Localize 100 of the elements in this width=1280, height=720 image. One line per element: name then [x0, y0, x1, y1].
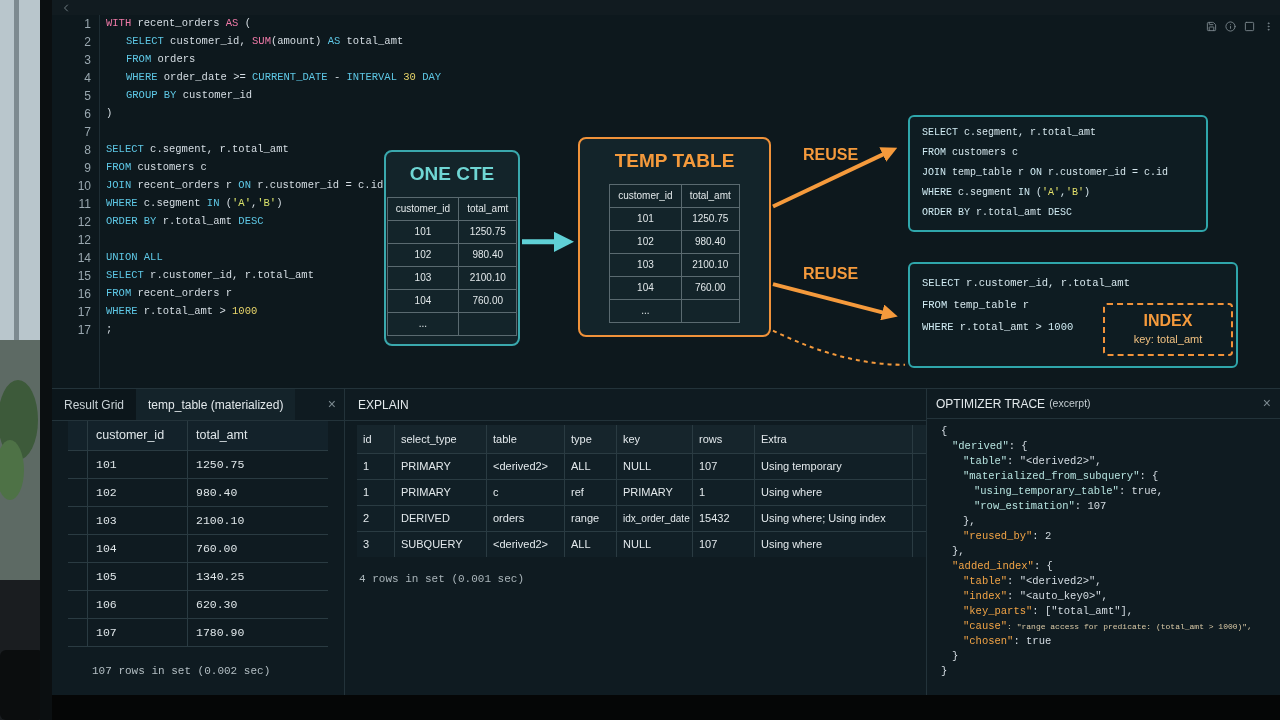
code-line: "row_estimation": 107	[973, 499, 1108, 514]
code-line: SELECT c.segment, r.total_amt	[106, 142, 289, 158]
panel-title: EXPLAIN	[358, 396, 409, 414]
line-number: 17	[52, 303, 100, 321]
table-cell: ALL	[565, 532, 617, 557]
table-cell: 2100.10	[458, 266, 517, 289]
close-button[interactable]: ×	[327, 394, 336, 415]
table-cell-text: 1250.75	[195, 456, 246, 473]
line-number: 16	[52, 285, 100, 303]
code-line: ;	[106, 322, 113, 338]
code-line: "added_index": {	[951, 559, 1054, 574]
line-number: 8	[52, 141, 100, 159]
code-line: SELECT customer_id, SUM(amount) AS total_amt	[125, 34, 404, 50]
line-number: 4	[52, 69, 100, 87]
code-line: {	[941, 424, 949, 439]
table-cell: 102	[88, 479, 188, 506]
table-cell: 104	[609, 276, 682, 299]
status-text: 4 rows in set (0.001 sec)	[359, 572, 526, 587]
table-header-cell: total_amt	[458, 197, 517, 220]
line-number: 1	[52, 15, 100, 33]
index-key: key: total_amt	[1133, 331, 1203, 348]
line-number: 5	[52, 87, 100, 105]
table-cell-text: 2100.10	[195, 512, 246, 529]
code-line: "materialized_from_subquery": {	[962, 469, 1160, 484]
line-number: 17	[52, 321, 100, 339]
table-header-cell: customer_id	[387, 197, 459, 220]
code-line: JOIN recent_orders r ON r.customer_id = c.id	[106, 178, 384, 194]
line-number: 14	[52, 249, 100, 267]
table-cell-text: 620.30	[195, 596, 239, 613]
panel-title: OPTIMIZER TRACE	[936, 395, 1046, 413]
code-line: "index": "<auto_key0>",	[962, 589, 1109, 604]
table-cell: NULL	[617, 532, 693, 557]
box-title: TEMP TABLE	[614, 149, 735, 173]
table-cell: 105	[88, 563, 188, 590]
column-header: customer_id	[88, 421, 188, 450]
table-header-cell: total_amt	[681, 184, 740, 207]
code-line: FROM customers c	[922, 146, 1020, 160]
code-line: FROM customers c	[106, 160, 207, 176]
code-line: "derived": {	[951, 439, 1029, 454]
table-cell: 1250.75	[458, 220, 517, 243]
code-line: WHERE c.segment IN ('A','B')	[106, 196, 283, 212]
save-icon[interactable]	[1206, 21, 1217, 32]
index-title: INDEX	[1143, 311, 1193, 332]
code-line: WITH recent_orders AS (	[106, 16, 251, 32]
line-number: 6	[52, 105, 100, 123]
code-line: GROUP BY customer_id	[125, 88, 253, 104]
tab[interactable]: Result Grid	[52, 389, 137, 420]
table-cell: 101	[88, 451, 188, 478]
square-icon[interactable]	[1244, 21, 1255, 32]
table-cell-text: 980.40	[195, 484, 239, 501]
table-cell-text: 1340.25	[195, 568, 246, 585]
code-line: "cause": "range access for predicate: (total_amt > 1000)",	[962, 619, 1253, 634]
line-number: 7	[52, 123, 100, 141]
code-line: },	[962, 514, 977, 529]
code-line: WHERE c.segment IN ('A','B')	[922, 186, 1092, 200]
line-number: 15	[52, 267, 100, 285]
table-cell: Using where	[755, 532, 913, 557]
table-cell: 101	[387, 220, 459, 243]
code-line: WHERE r.total_amt > 1000	[106, 304, 258, 320]
table-cell: 102	[387, 243, 459, 266]
panel-subtitle: (excerpt)	[1049, 395, 1091, 411]
info-icon[interactable]	[1225, 21, 1236, 32]
table-cell: 104	[88, 535, 188, 562]
table-cell: 2100.10	[681, 253, 740, 276]
line-number: 12	[52, 231, 100, 249]
code-line: JOIN temp_table r ON r.customer_id = c.id	[922, 166, 1170, 180]
table-cell: 1250.75	[681, 207, 740, 230]
code-line: FROM recent_orders r	[106, 286, 233, 302]
code-line: SELECT r.customer_id, r.total_amt	[922, 276, 1131, 291]
table-cell: 106	[88, 591, 188, 618]
box-title: ONE CTE	[409, 162, 495, 186]
line-number: 11	[52, 195, 100, 213]
table-cell: 103	[609, 253, 682, 276]
table-cell: 103	[88, 507, 188, 534]
table-cell: 107	[693, 532, 755, 557]
code-line: SELECT c.segment, r.total_amt	[922, 126, 1098, 140]
table-cell: 760.00	[681, 276, 740, 299]
line-number: 3	[52, 51, 100, 69]
table-cell: 103	[387, 266, 459, 289]
line-number: 10	[52, 177, 100, 195]
table-cell-text: 1780.90	[195, 624, 246, 641]
table-cell: SUBQUERY	[395, 532, 487, 557]
code-line: ORDER BY r.total_amt DESC	[922, 206, 1074, 220]
table-cell	[681, 299, 740, 322]
table-cell-text: 760.00	[195, 540, 239, 557]
table-cell: 102	[609, 230, 682, 253]
code-line: UNION ALL	[106, 250, 163, 266]
code-line: ORDER BY r.total_amt DESC	[106, 214, 264, 230]
table-cell: ...	[387, 312, 459, 335]
code-line: },	[951, 544, 966, 559]
tab[interactable]: temp_table (materialized)	[136, 389, 296, 420]
code-line: "key_parts": ["total_amt"],	[962, 604, 1135, 619]
line-number: 12	[52, 213, 100, 231]
table-cell: ...	[609, 299, 682, 322]
status-text: 107 rows in set (0.002 sec)	[92, 664, 272, 679]
table-cell: <derived2>	[487, 532, 565, 557]
table-cell: 3	[357, 532, 395, 557]
close-button[interactable]: ×	[1262, 393, 1271, 414]
reuse-label: REUSE	[803, 264, 859, 284]
code-line: "table": "<derived2>",	[962, 574, 1103, 589]
